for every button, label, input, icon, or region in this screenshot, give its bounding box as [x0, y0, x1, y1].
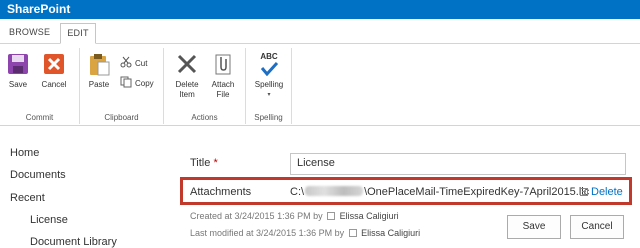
- attachment-path-prefix: C:\: [290, 186, 305, 198]
- nav-item-license[interactable]: License: [30, 214, 68, 226]
- ribbon-tab-row: BROWSE EDIT: [0, 19, 640, 44]
- ribbon-group-spelling: ABC Spelling ▾ Spelling: [246, 48, 292, 124]
- ribbon-attach-file-label-1: Attach: [211, 80, 235, 89]
- attachment-file-link[interactable]: C:\ \OnePlaceMail-TimeExpiredKey-7April20…: [290, 186, 589, 198]
- ribbon-attach-file-label-2: File: [216, 90, 230, 99]
- ribbon-copy-button[interactable]: Copy: [120, 76, 154, 90]
- redacted-path-segment: [305, 186, 364, 196]
- ribbon-cancel-button[interactable]: Cancel: [38, 52, 70, 90]
- paste-icon: [87, 52, 111, 76]
- created-user-link[interactable]: Elissa Caligiuri: [340, 211, 399, 221]
- ribbon-save-label: Save: [8, 80, 28, 89]
- ribbon-group-commit: Save Cancel Commit: [0, 48, 80, 124]
- ribbon-cut-label: Cut: [135, 58, 148, 68]
- modified-text: Last modified at 3/24/2015 1:36 PM by: [190, 228, 345, 238]
- ribbon-group-clipboard: Paste Cut Copy Clipboard: [80, 48, 164, 124]
- group-label-clipboard: Clipboard: [104, 113, 139, 122]
- ribbon: Save Cancel Commit Paste Cut Copy Clipbo…: [0, 44, 640, 126]
- ribbon-spelling-button[interactable]: ABC Spelling ▾: [250, 52, 288, 100]
- ribbon-delete-item-label-1: Delete: [175, 80, 199, 89]
- ribbon-cut-button[interactable]: Cut: [120, 56, 147, 70]
- tab-browse[interactable]: BROWSE: [9, 27, 50, 37]
- title-label-text: Title: [190, 157, 211, 169]
- nav-item-documents[interactable]: Documents: [10, 169, 66, 181]
- attachment-path-suffix: \OnePlaceMail-TimeExpiredKey-7April2015.…: [364, 186, 590, 198]
- form-save-button[interactable]: Save: [507, 215, 561, 239]
- ribbon-paste-button[interactable]: Paste: [84, 52, 114, 90]
- delete-x-icon: [175, 52, 199, 76]
- attach-file-icon: [211, 52, 235, 76]
- tab-edit[interactable]: EDIT: [60, 23, 96, 44]
- group-label-spelling: Spelling: [254, 113, 283, 122]
- nav-item-recent[interactable]: Recent: [10, 192, 45, 204]
- attachments-label: Attachments: [190, 186, 252, 198]
- ribbon-cancel-label: Cancel: [41, 80, 67, 89]
- suite-bar: SharePoint: [0, 0, 640, 19]
- nav-item-document-library[interactable]: Document Library: [30, 236, 117, 248]
- save-icon: [6, 52, 30, 76]
- spelling-icon: ABC: [257, 52, 281, 77]
- title-input[interactable]: License: [290, 153, 626, 175]
- modified-info: Last modified at 3/24/2015 1:36 PM by El…: [190, 228, 420, 238]
- title-label: Title *: [190, 157, 218, 169]
- ribbon-spelling-label: Spelling: [254, 80, 284, 89]
- presence-icon: [327, 212, 336, 220]
- presence-icon: [348, 229, 357, 237]
- form-cancel-button[interactable]: Cancel: [570, 215, 624, 239]
- group-label-commit: Commit: [25, 113, 54, 122]
- delete-attachment-link[interactable]: Delete: [580, 186, 623, 198]
- required-marker: *: [213, 157, 218, 169]
- created-text: Created at 3/24/2015 1:36 PM by: [190, 211, 323, 221]
- ribbon-save-button[interactable]: Save: [5, 52, 31, 90]
- group-label-actions: Actions: [191, 113, 218, 122]
- spelling-abc-text: ABC: [260, 52, 278, 61]
- copy-icon: [120, 76, 132, 90]
- ribbon-delete-item-label-2: Item: [179, 90, 195, 99]
- ribbon-copy-label: Copy: [135, 78, 154, 88]
- modified-user-link[interactable]: Elissa Caligiuri: [361, 228, 420, 238]
- sharepoint-brand[interactable]: SharePoint: [7, 2, 70, 16]
- cancel-icon: [42, 52, 66, 76]
- chevron-down-icon: ▾: [267, 92, 271, 98]
- nav-item-home[interactable]: Home: [10, 147, 39, 159]
- ribbon-group-actions: Delete Item Attach File Actions: [164, 48, 246, 124]
- ribbon-attach-file-button[interactable]: Attach File: [208, 52, 238, 100]
- created-info: Created at 3/24/2015 1:36 PM by Elissa C…: [190, 211, 399, 221]
- ribbon-delete-item-button[interactable]: Delete Item: [172, 52, 202, 100]
- cut-icon: [120, 56, 132, 70]
- delete-attachment-label: Delete: [591, 186, 623, 198]
- ribbon-paste-label: Paste: [88, 80, 110, 89]
- delete-icon: [580, 188, 588, 196]
